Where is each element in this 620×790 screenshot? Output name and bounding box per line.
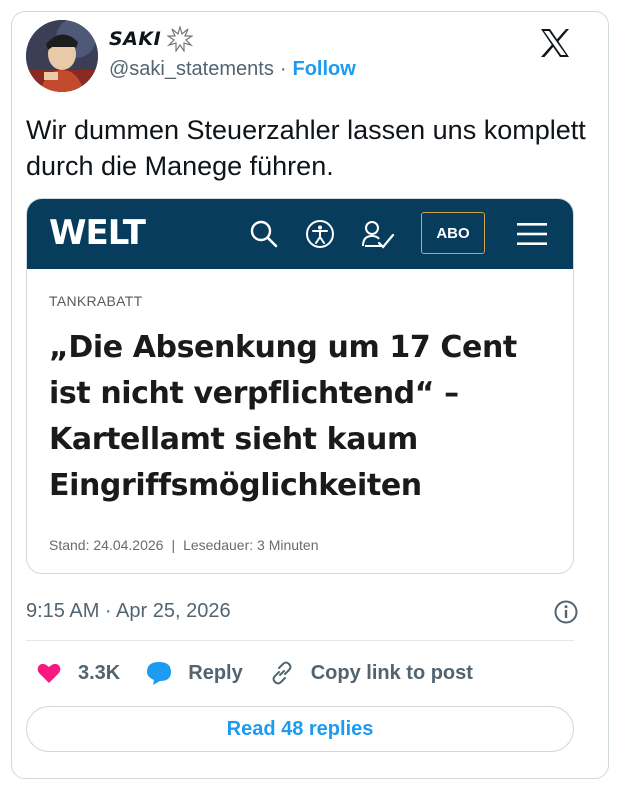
abo-button[interactable]: ABO xyxy=(421,212,485,254)
article-date: Stand: 24.04.2026 xyxy=(49,537,164,553)
meta-separator: | xyxy=(171,537,176,553)
follow-button[interactable]: Follow xyxy=(293,58,356,81)
burst-icon xyxy=(166,24,195,53)
handle-separator: · xyxy=(279,58,287,80)
handle[interactable]: @saki_statements xyxy=(109,58,274,81)
link-icon xyxy=(272,661,292,685)
article-headline[interactable]: „Die Absenkung um 17 Cent ist nicht verp… xyxy=(49,325,559,509)
info-icon[interactable] xyxy=(554,600,578,624)
accessibility-icon xyxy=(305,219,335,249)
tweet-timestamp[interactable]: 9:15 AM · Apr 25, 2026 xyxy=(26,600,231,623)
copy-link-label: Copy link to post xyxy=(310,661,473,684)
action-bar: 3.3K Reply Copy link to post xyxy=(36,660,499,686)
tweet-text: Wir dummen Steuerzahler lassen uns kompl… xyxy=(26,115,586,181)
article-card[interactable]: WELT ABO TANKRABATT „Die Absenkung um 17… xyxy=(26,198,574,574)
like-count: 3.3K xyxy=(78,661,121,684)
signature-icon xyxy=(361,219,395,249)
copy-link-button[interactable]: Copy link to post xyxy=(269,660,473,686)
like-button[interactable]: 3.3K xyxy=(36,660,120,686)
article-kicker: TANKRABATT xyxy=(49,293,143,309)
article-meta: Stand: 24.04.2026 | Lesedauer: 3 Minuten xyxy=(49,537,319,553)
welt-header-bar: WELT ABO xyxy=(27,199,573,269)
avatar[interactable] xyxy=(26,20,98,92)
divider xyxy=(26,640,574,641)
search-icon xyxy=(249,219,279,249)
display-name[interactable]: SAKI xyxy=(109,28,161,50)
article-read-time: Lesedauer: 3 Minuten xyxy=(183,537,319,553)
reply-button[interactable]: Reply xyxy=(146,660,243,686)
reply-bubble-icon xyxy=(147,662,172,685)
reply-label: Reply xyxy=(188,661,243,684)
heart-icon xyxy=(37,663,61,683)
menu-icon[interactable] xyxy=(517,221,547,247)
author-name-row: SAKI xyxy=(109,24,195,53)
handle-row: @saki_statements · Follow xyxy=(109,58,356,81)
welt-logo: WELT xyxy=(49,213,146,253)
x-logo-icon[interactable] xyxy=(538,26,572,60)
read-replies-button[interactable]: Read 48 replies xyxy=(26,706,574,752)
